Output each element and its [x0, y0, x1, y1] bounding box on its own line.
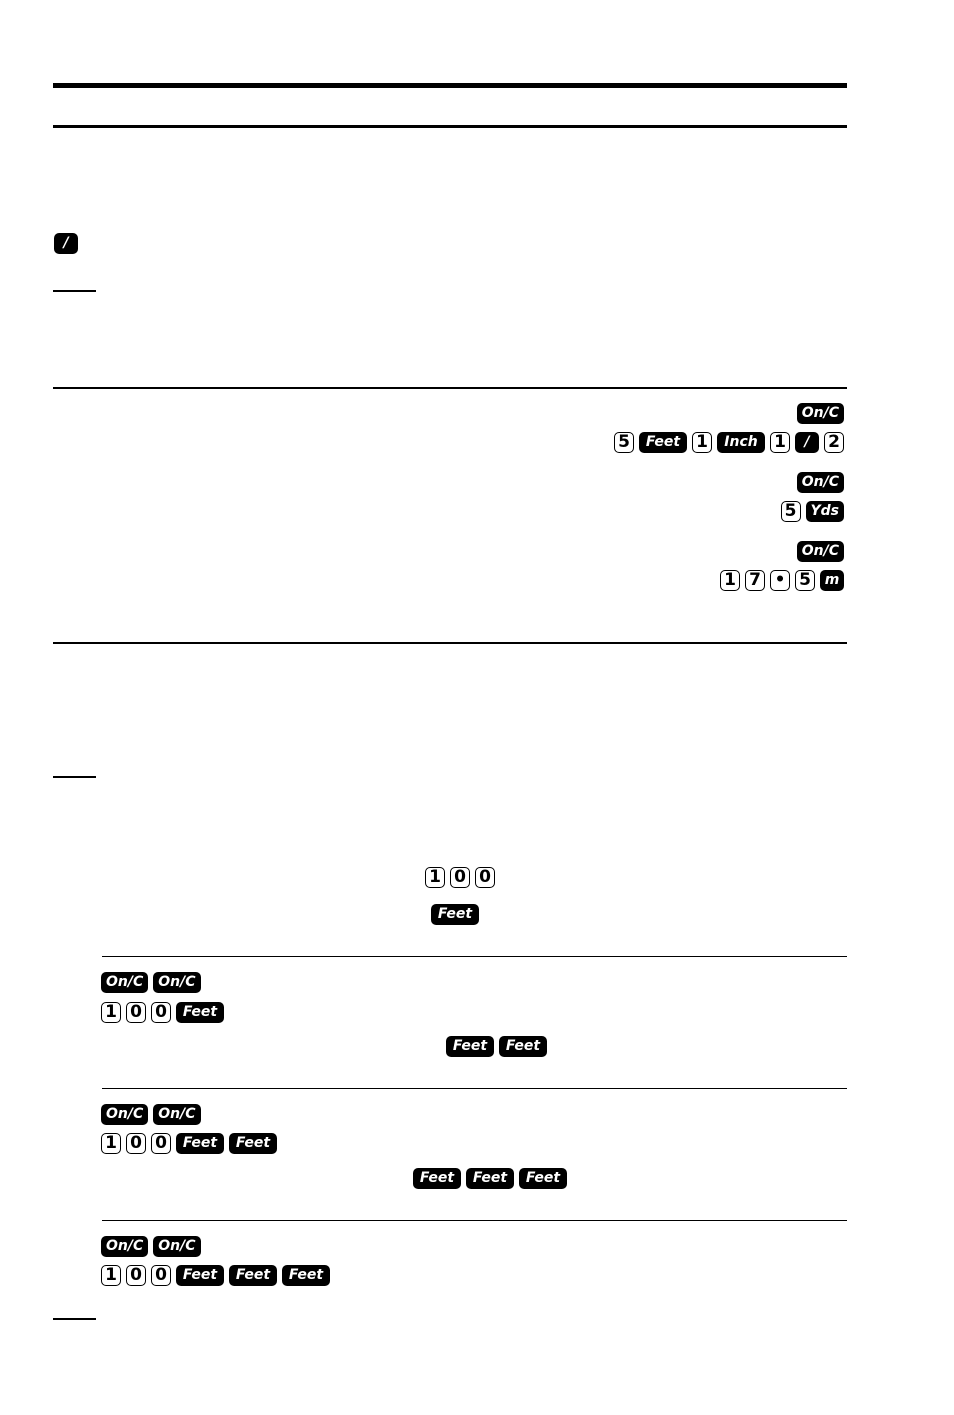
on-c-key: On/C [796, 471, 844, 493]
feet-key: Feet [176, 1264, 224, 1286]
feet-key: Feet [229, 1264, 277, 1286]
feet-key: Feet [499, 1035, 547, 1057]
fraction-key: / [795, 431, 819, 453]
feet-key: Feet [413, 1167, 461, 1189]
step-rule-2 [102, 1088, 847, 1089]
feet-key: Feet [229, 1132, 277, 1154]
digit-key: 1 [720, 569, 740, 591]
digit-key: 5 [614, 431, 634, 453]
digit-key: 0 [475, 866, 495, 888]
feet-key: Feet [639, 431, 687, 453]
step-rule-3 [102, 1220, 847, 1221]
on-c-key: On/C [796, 402, 844, 424]
digit-key: 0 [126, 1001, 146, 1023]
digit-key: 1 [101, 1264, 121, 1286]
digit-key: 0 [126, 1264, 146, 1286]
feet-key: Feet [431, 903, 479, 925]
digit-key: 1 [101, 1001, 121, 1023]
digit-key: 0 [151, 1001, 171, 1023]
feet-key: Feet [466, 1167, 514, 1189]
on-c-key: On/C [153, 1235, 201, 1257]
digit-key: 5 [780, 500, 801, 522]
digit-key: 7 [745, 569, 765, 591]
section-rule-2 [53, 642, 847, 644]
feet-key: Feet [176, 1132, 224, 1154]
on-c-key: On/C [153, 971, 201, 993]
digit-key: 0 [450, 866, 470, 888]
digit-key: 0 [126, 1132, 146, 1154]
inch-key: Inch [717, 431, 765, 453]
section-rule-1 [53, 387, 847, 389]
step-rule-1 [102, 956, 847, 957]
digit-key: 1 [101, 1132, 121, 1154]
header-rule [53, 125, 847, 128]
feet-key: Feet [282, 1264, 330, 1286]
digit-key: 1 [770, 431, 790, 453]
feet-key: Feet [519, 1167, 567, 1189]
short-rule-3 [53, 1318, 96, 1320]
on-c-key: On/C [796, 540, 844, 562]
on-c-key: On/C [101, 1235, 149, 1257]
short-rule-1 [53, 290, 96, 292]
on-c-key: On/C [101, 1103, 149, 1125]
feet-key: Feet [446, 1035, 494, 1057]
digit-key: 1 [425, 866, 445, 888]
digit-key: 0 [151, 1132, 171, 1154]
digit-key: 5 [795, 569, 815, 591]
on-c-key: On/C [101, 971, 149, 993]
digit-key: 2 [824, 431, 844, 453]
decimal-point-key: • [770, 569, 790, 591]
on-c-key: On/C [153, 1103, 201, 1125]
feet-key: Feet [176, 1001, 224, 1023]
yds-key: Yds [805, 500, 844, 522]
top-thick-rule [53, 83, 847, 88]
fraction-key-icon: / [54, 232, 78, 254]
digit-key: 0 [151, 1264, 171, 1286]
short-rule-2 [53, 776, 96, 778]
meters-key: m [820, 569, 844, 591]
digit-key: 1 [692, 431, 712, 453]
